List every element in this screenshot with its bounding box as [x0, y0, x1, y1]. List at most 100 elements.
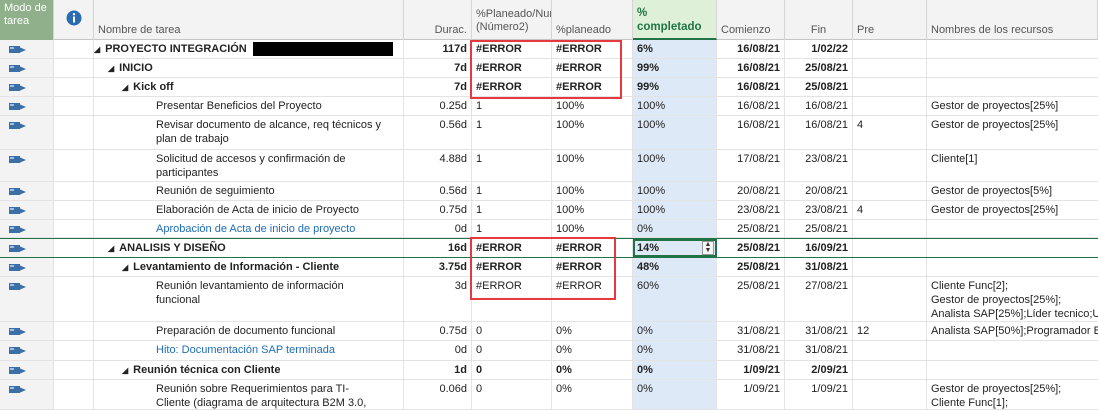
- cell-start[interactable]: 16/08/21: [717, 40, 785, 58]
- cell-predecessors[interactable]: 4: [853, 201, 927, 219]
- cell-task-name[interactable]: Reunión sobre Requerimientos para TI-Cli…: [94, 380, 404, 409]
- cell-task-mode[interactable]: [0, 258, 54, 276]
- header-resources[interactable]: Nombres de los recursos: [927, 0, 1098, 40]
- cell-start[interactable]: 25/08/21: [717, 258, 785, 276]
- collapse-triangle-icon[interactable]: ◢: [122, 83, 128, 92]
- cell-planned[interactable]: 100%: [552, 201, 633, 219]
- cell-percent-complete[interactable]: 14% ▲ ▼: [633, 239, 717, 257]
- task-row[interactable]: Solicitud de accesos y confirmación de p…: [0, 150, 1098, 182]
- cell-predecessors[interactable]: [853, 277, 927, 321]
- cell-task-mode[interactable]: [0, 201, 54, 219]
- cell-planned[interactable]: 0%: [552, 322, 633, 340]
- cell-finish[interactable]: 16/08/21: [785, 116, 853, 149]
- cell-task-name[interactable]: Elaboración de Acta de inicio de Proyect…: [94, 201, 404, 219]
- cell-finish[interactable]: 2/09/21: [785, 361, 853, 379]
- cell-planned[interactable]: 0%: [552, 380, 633, 409]
- cell-start[interactable]: 25/08/21: [717, 220, 785, 237]
- cell-planned-number[interactable]: 0: [472, 341, 552, 360]
- cell-duration[interactable]: 0.75d: [404, 322, 472, 340]
- cell-task-mode[interactable]: [0, 59, 54, 77]
- cell-resources[interactable]: [927, 59, 1098, 77]
- cell-predecessors[interactable]: [853, 78, 927, 96]
- cell-percent-complete[interactable]: 0%: [633, 361, 717, 379]
- cell-task-name[interactable]: Preparación de documento funcional: [94, 322, 404, 340]
- cell-planned-number[interactable]: 1: [472, 220, 552, 237]
- cell-planned[interactable]: #ERROR: [552, 59, 633, 77]
- header-task-mode[interactable]: Modo de tarea: [0, 0, 54, 40]
- cell-task-mode[interactable]: [0, 78, 54, 96]
- task-row[interactable]: ◢ Levantamiento de Información - Cliente 3…: [0, 258, 1098, 277]
- header-info[interactable]: [54, 0, 94, 40]
- cell-start[interactable]: 1/09/21: [717, 380, 785, 409]
- cell-duration[interactable]: 1d: [404, 361, 472, 379]
- cell-start[interactable]: 16/08/21: [717, 59, 785, 77]
- spinner-control[interactable]: ▲ ▼: [702, 241, 714, 255]
- cell-duration[interactable]: 7d: [404, 78, 472, 96]
- cell-predecessors[interactable]: [853, 59, 927, 77]
- cell-duration[interactable]: 117d: [404, 40, 472, 58]
- cell-resources[interactable]: Gestor de proyectos[25%]; Cliente Func[1…: [927, 380, 1098, 409]
- cell-percent-complete[interactable]: 0%: [633, 380, 717, 409]
- cell-percent-complete[interactable]: 48%: [633, 258, 717, 276]
- cell-resources[interactable]: Cliente[1]: [927, 150, 1098, 181]
- cell-resources[interactable]: [927, 40, 1098, 58]
- cell-predecessors[interactable]: [853, 341, 927, 360]
- cell-duration[interactable]: 0.56d: [404, 116, 472, 149]
- cell-percent-complete[interactable]: 100%: [633, 182, 717, 200]
- cell-planned[interactable]: 100%: [552, 150, 633, 181]
- cell-planned[interactable]: #ERROR: [552, 40, 633, 58]
- cell-predecessors[interactable]: [853, 182, 927, 200]
- cell-task-mode[interactable]: [0, 97, 54, 115]
- cell-percent-complete[interactable]: 6%: [633, 40, 717, 58]
- cell-planned[interactable]: 100%: [552, 182, 633, 200]
- task-row[interactable]: Revisar documento de alcance, req técnic…: [0, 116, 1098, 150]
- cell-task-name[interactable]: Hito: Documentación SAP terminada: [94, 341, 404, 360]
- cell-predecessors[interactable]: 12: [853, 322, 927, 340]
- cell-resources[interactable]: Gestor de proyectos[25%]: [927, 97, 1098, 115]
- cell-planned[interactable]: 100%: [552, 116, 633, 149]
- cell-finish[interactable]: 27/08/21: [785, 277, 853, 321]
- cell-start[interactable]: 31/08/21: [717, 341, 785, 360]
- cell-resources[interactable]: Cliente Func[2]; Gestor de proyectos[25%…: [927, 277, 1098, 321]
- cell-finish[interactable]: 1/02/22: [785, 40, 853, 58]
- cell-resources[interactable]: Gestor de proyectos[25%]: [927, 116, 1098, 149]
- cell-task-mode[interactable]: [0, 116, 54, 149]
- cell-finish[interactable]: 23/08/21: [785, 150, 853, 181]
- cell-planned-number[interactable]: 1: [472, 201, 552, 219]
- cell-task-name[interactable]: Solicitud de accesos y confirmación de p…: [94, 150, 404, 181]
- cell-resources[interactable]: [927, 258, 1098, 276]
- task-row[interactable]: Presentar Beneficios del Proyecto 0.25d 1 1…: [0, 97, 1098, 116]
- cell-planned-number[interactable]: #ERROR: [472, 239, 552, 257]
- cell-planned[interactable]: #ERROR: [552, 78, 633, 96]
- task-row[interactable]: Reunión sobre Requerimientos para TI-Cli…: [0, 380, 1098, 410]
- cell-start[interactable]: 17/08/21: [717, 150, 785, 181]
- header-task-name[interactable]: Nombre de tarea: [94, 0, 404, 40]
- cell-start[interactable]: 16/08/21: [717, 78, 785, 96]
- cell-start[interactable]: 23/08/21: [717, 201, 785, 219]
- cell-planned-number[interactable]: 1: [472, 182, 552, 200]
- cell-finish[interactable]: 25/08/21: [785, 220, 853, 237]
- task-row[interactable]: ◢ INICIO 7d #ERROR #ERROR 99% 16/08/21 25/08/21: [0, 59, 1098, 78]
- cell-planned-number[interactable]: 1: [472, 116, 552, 149]
- cell-duration[interactable]: 0.56d: [404, 182, 472, 200]
- task-row[interactable]: ◢ ANALISIS Y DISEÑO 16d #ERROR #ERROR 14% ▲ ▼ 25…: [0, 238, 1098, 258]
- cell-planned-number[interactable]: 0: [472, 380, 552, 409]
- cell-predecessors[interactable]: [853, 239, 927, 257]
- cell-predecessors[interactable]: [853, 220, 927, 237]
- cell-planned[interactable]: #ERROR: [552, 277, 633, 321]
- cell-finish[interactable]: 20/08/21: [785, 182, 853, 200]
- cell-resources[interactable]: [927, 361, 1098, 379]
- cell-task-mode[interactable]: [0, 380, 54, 409]
- cell-duration[interactable]: 16d: [404, 239, 472, 257]
- cell-planned[interactable]: 100%: [552, 97, 633, 115]
- cell-predecessors[interactable]: [853, 258, 927, 276]
- header-start[interactable]: Comienzo: [717, 0, 785, 40]
- task-row[interactable]: Reunión levantamiento de información fun…: [0, 277, 1098, 322]
- task-row[interactable]: ◢ Kick off 7d #ERROR #ERROR 99% 16/08/21 25/08/…: [0, 78, 1098, 97]
- cell-finish[interactable]: 25/08/21: [785, 59, 853, 77]
- collapse-triangle-icon[interactable]: ◢: [94, 45, 100, 54]
- collapse-triangle-icon[interactable]: ◢: [108, 64, 114, 73]
- cell-finish[interactable]: 1/09/21: [785, 380, 853, 409]
- cell-task-name[interactable]: ◢ INICIO: [94, 59, 404, 77]
- cell-predecessors[interactable]: [853, 380, 927, 409]
